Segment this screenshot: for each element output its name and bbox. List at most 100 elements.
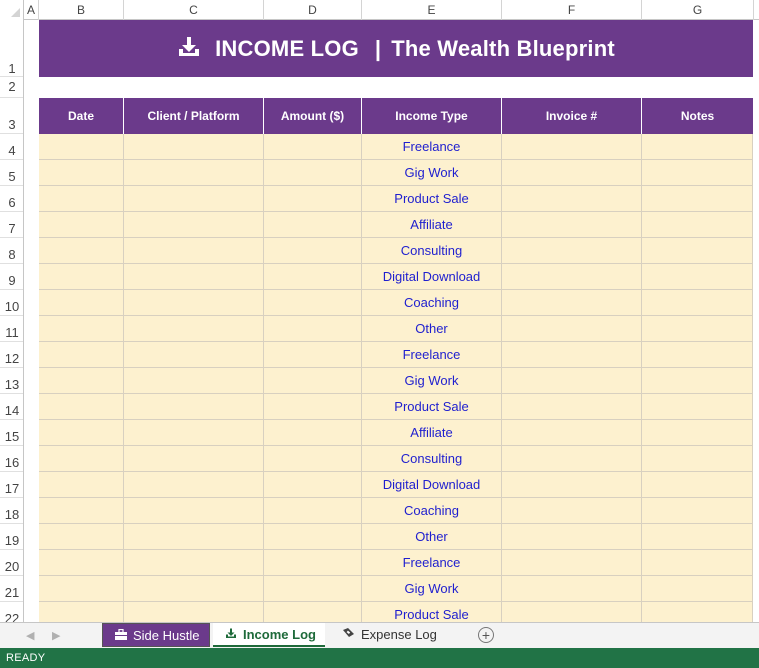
cell-income-type[interactable]: Affiliate [362,420,502,446]
cell-date[interactable] [39,290,124,316]
cell-invoice[interactable] [502,550,642,576]
cell-income-type[interactable]: Freelance [362,134,502,160]
cell-invoice[interactable] [502,212,642,238]
cell-client[interactable] [124,212,264,238]
cell-client[interactable] [124,420,264,446]
row-header[interactable]: 15 [0,420,23,446]
header-invoice[interactable]: Invoice # [502,98,642,134]
row-header[interactable]: 6 [0,186,23,212]
cell-invoice[interactable] [502,576,642,602]
header-notes[interactable]: Notes [642,98,753,134]
cell-invoice[interactable] [502,160,642,186]
cell-client[interactable] [124,576,264,602]
cell-income-type[interactable]: Other [362,316,502,342]
cell-notes[interactable] [642,264,753,290]
cell-notes[interactable] [642,212,753,238]
cell-notes[interactable] [642,290,753,316]
cell-client[interactable] [124,394,264,420]
cell-invoice[interactable] [502,264,642,290]
column-header-c[interactable]: C [124,0,264,20]
cell-client[interactable] [124,498,264,524]
column-header-a[interactable]: A [24,0,39,20]
row-header[interactable]: 16 [0,446,23,472]
cell-invoice[interactable] [502,394,642,420]
cell-income-type[interactable]: Digital Download [362,472,502,498]
cell-amount[interactable] [264,368,362,394]
cell-date[interactable] [39,472,124,498]
row-header[interactable]: 1 [0,20,23,77]
tab-expense-log[interactable]: Expense Log [330,623,442,647]
cell-date[interactable] [39,420,124,446]
row-header[interactable]: 14 [0,394,23,420]
cell-date[interactable] [39,446,124,472]
cell-income-type[interactable]: Product Sale [362,186,502,212]
row-header[interactable]: 4 [0,134,23,160]
row-header[interactable]: 19 [0,524,23,550]
header-income-type[interactable]: Income Type [362,98,502,134]
cell-date[interactable] [39,394,124,420]
cell-date[interactable] [39,186,124,212]
row-header[interactable]: 12 [0,342,23,368]
cell-amount[interactable] [264,212,362,238]
column-header-g[interactable]: G [642,0,754,20]
header-amount[interactable]: Amount ($) [264,98,362,134]
cell-notes[interactable] [642,134,753,160]
cell-date[interactable] [39,342,124,368]
row-header[interactable]: 11 [0,316,23,342]
cell-notes[interactable] [642,160,753,186]
cell-client[interactable] [124,550,264,576]
cell-notes[interactable] [642,524,753,550]
column-header-d[interactable]: D [264,0,362,20]
cell-invoice[interactable] [502,446,642,472]
cell-income-type[interactable]: Coaching [362,498,502,524]
tab-income-log[interactable]: Income Log [213,623,325,647]
header-client-platform[interactable]: Client / Platform [124,98,264,134]
cell-income-type[interactable]: Freelance [362,342,502,368]
column-header-f[interactable]: F [502,0,642,20]
cell-amount[interactable] [264,550,362,576]
cell-client[interactable] [124,342,264,368]
cell-income-type[interactable]: Freelance [362,550,502,576]
cell-notes[interactable] [642,576,753,602]
cell-invoice[interactable] [502,472,642,498]
row-header[interactable]: 10 [0,290,23,316]
cell-amount[interactable] [264,524,362,550]
cell-notes[interactable] [642,238,753,264]
cell-notes[interactable] [642,316,753,342]
cell-notes[interactable] [642,368,753,394]
cell-client[interactable] [124,186,264,212]
cell-income-type[interactable]: Other [362,524,502,550]
cell-amount[interactable] [264,134,362,160]
cell-client[interactable] [124,368,264,394]
cell-invoice[interactable] [502,368,642,394]
cell-invoice[interactable] [502,186,642,212]
cell-date[interactable] [39,368,124,394]
cell-notes[interactable] [642,472,753,498]
cell-notes[interactable] [642,186,753,212]
cell-client[interactable] [124,446,264,472]
cell-invoice[interactable] [502,238,642,264]
cell-date[interactable] [39,524,124,550]
row-header[interactable]: 18 [0,498,23,524]
row-header[interactable]: 17 [0,472,23,498]
row-header[interactable]: 8 [0,238,23,264]
cell-income-type[interactable]: Consulting [362,238,502,264]
cell-amount[interactable] [264,290,362,316]
cell-notes[interactable] [642,498,753,524]
tab-scroll-left-icon[interactable]: ◀ [26,629,34,642]
cell-amount[interactable] [264,238,362,264]
cell-amount[interactable] [264,472,362,498]
cell-notes[interactable] [642,420,753,446]
cell-amount[interactable] [264,394,362,420]
cell-notes[interactable] [642,394,753,420]
cell-amount[interactable] [264,498,362,524]
cell-invoice[interactable] [502,290,642,316]
cell-client[interactable] [124,316,264,342]
cell-amount[interactable] [264,446,362,472]
column-header-e[interactable]: E [362,0,502,20]
cell-notes[interactable] [642,550,753,576]
tab-scroll-right-icon[interactable]: ▶ [52,629,60,642]
cell-amount[interactable] [264,576,362,602]
row-header[interactable]: 2 [0,77,23,98]
cell-date[interactable] [39,550,124,576]
